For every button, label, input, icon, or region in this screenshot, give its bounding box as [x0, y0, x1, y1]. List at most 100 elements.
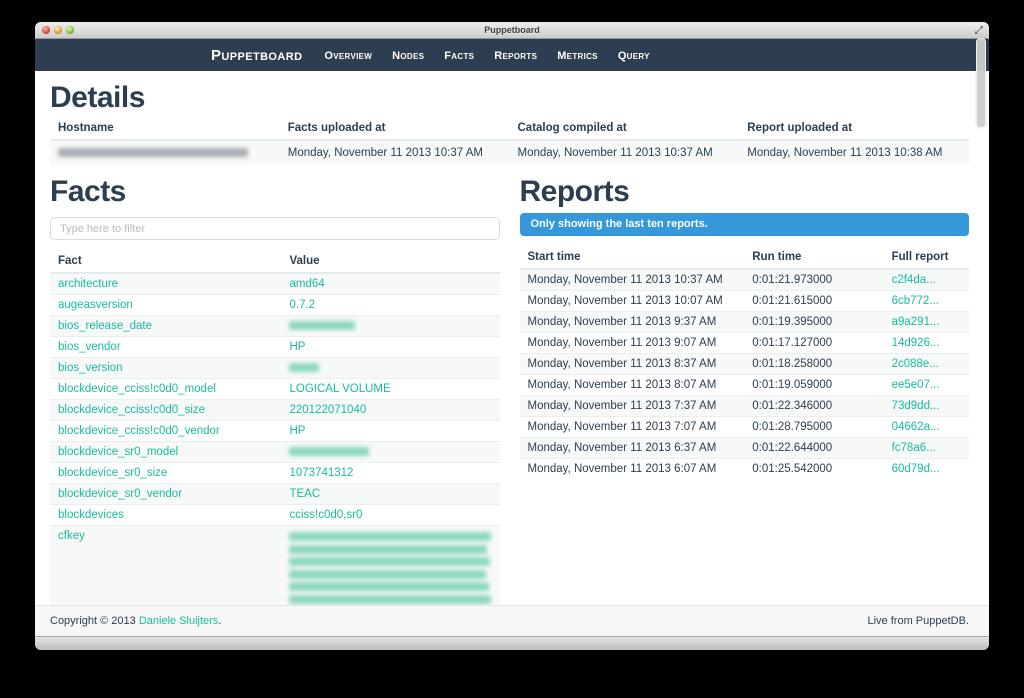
facts-column-header: Fact: [50, 252, 281, 273]
facts-panel: Facts FactValue architecture amd64 augeasv…: [50, 167, 500, 605]
fact-name-link[interactable]: blockdevice_sr0_model: [58, 446, 178, 458]
fact-value-link[interactable]: amd64: [289, 278, 324, 290]
report-hash-cell: 04662a...: [884, 417, 969, 438]
reports-column-header: Start time: [520, 248, 745, 269]
fact-value-link[interactable]: cciss!c0d0,sr0: [289, 509, 362, 521]
fact-name-cell: cfkey: [50, 526, 281, 606]
fact-name-link[interactable]: bios_release_date: [58, 320, 152, 332]
report-hash-link[interactable]: 14d926...: [892, 337, 940, 349]
fact-name-link[interactable]: bios_vendor: [58, 341, 121, 353]
report-hash-link[interactable]: 2c088e...: [892, 358, 939, 370]
fact-name-link[interactable]: cfkey: [58, 530, 85, 542]
reports-column-header: Full report: [884, 248, 969, 269]
report-run-time-cell: 0:01:22.644000: [744, 438, 883, 459]
report-start-time-cell: Monday, November 11 2013 10:07 AM: [520, 291, 745, 312]
navbar-link-query[interactable]: Query: [618, 50, 650, 62]
navbar-item-facts: Facts: [444, 46, 474, 64]
fact-name-link[interactable]: blockdevice_sr0_vendor: [58, 488, 182, 500]
report-start-time-cell: Monday, November 11 2013 6:37 AM: [520, 438, 745, 459]
navbar-link-overview[interactable]: Overview: [324, 50, 372, 62]
report-row: Monday, November 11 2013 6:07 AM0:01:25.…: [520, 459, 970, 480]
report-run-time-cell: 0:01:25.542000: [744, 459, 883, 480]
details-column-header: Facts uploaded at: [280, 119, 510, 140]
fact-value-link[interactable]: 220122071040: [289, 404, 366, 416]
report-hash-link[interactable]: ee5e07...: [892, 379, 940, 391]
close-window-button[interactable]: [42, 26, 50, 34]
catalog-compiled-cell: Monday, November 11 2013 10:37 AM: [510, 140, 740, 165]
window-bottom-chrome: [35, 636, 989, 650]
fact-name-cell: bios_release_date: [50, 316, 281, 337]
blurred-value-chip: [289, 570, 486, 579]
facts-filter-input[interactable]: [50, 217, 500, 240]
navbar-menu: Overview Nodes Facts Reports Metrics Query: [324, 46, 649, 64]
facts-heading: Facts: [50, 177, 500, 207]
fullscreen-icon[interactable]: [974, 25, 984, 35]
fact-name-link[interactable]: blockdevice_cciss!c0d0_size: [58, 404, 205, 416]
navbar-link-nodes[interactable]: Nodes: [392, 50, 424, 62]
report-hash-link[interactable]: fc78a6...: [892, 442, 936, 454]
navbar-link-metrics[interactable]: Metrics: [557, 50, 598, 62]
fact-value-cell: cciss!c0d0,sr0: [281, 505, 499, 526]
report-row: Monday, November 11 2013 10:37 AM0:01:21…: [520, 269, 970, 291]
blurred-value-chip: [289, 582, 489, 591]
report-hash-link[interactable]: c2f4da...: [892, 274, 936, 286]
report-hash-link[interactable]: 6cb772...: [892, 295, 939, 307]
blurred-value-chip: [289, 557, 490, 566]
fact-value-link[interactable]: LOGICAL VOLUME: [289, 383, 390, 395]
fact-row: architecture amd64: [50, 273, 500, 295]
facts-column-header: Value: [281, 252, 499, 273]
navbar-brand[interactable]: Puppetboard: [211, 47, 302, 64]
report-hash-cell: 6cb772...: [884, 291, 969, 312]
blurred-value-chip: [58, 148, 248, 157]
report-hash-cell: a9a291...: [884, 312, 969, 333]
fact-name-cell: bios_vendor: [50, 337, 281, 358]
minimize-window-button[interactable]: [54, 26, 62, 34]
fact-name-link[interactable]: blockdevice_sr0_size: [58, 467, 167, 479]
report-row: Monday, November 11 2013 8:07 AM0:01:19.…: [520, 375, 970, 396]
facts-table: FactValue architecture amd64 augeasversion…: [50, 252, 500, 605]
navbar-item-reports: Reports: [494, 46, 537, 64]
fact-name-link[interactable]: augeasversion: [58, 299, 133, 311]
report-start-time-cell: Monday, November 11 2013 8:07 AM: [520, 375, 745, 396]
fact-name-link[interactable]: blockdevice_cciss!c0d0_vendor: [58, 425, 220, 437]
report-row: Monday, November 11 2013 7:37 AM0:01:22.…: [520, 396, 970, 417]
fact-value-link[interactable]: HP: [289, 341, 305, 353]
fact-value-cell: [281, 358, 499, 379]
author-link[interactable]: Daniele Sluijters: [139, 615, 218, 627]
navbar: Puppetboard Overview Nodes Facts Reports Met…: [35, 39, 989, 71]
details-heading: Details: [50, 83, 969, 113]
fact-value-link[interactable]: 1073741312: [289, 467, 353, 479]
report-hash-cell: 60d79d...: [884, 459, 969, 480]
blurred-value-chip: [289, 447, 369, 456]
fact-name-link[interactable]: architecture: [58, 278, 118, 290]
page-footer: Copyright © 2013 Daniele Sluijters. Live…: [35, 605, 989, 636]
fact-value-link[interactable]: TEAC: [289, 488, 320, 500]
fact-name-link[interactable]: blockdevices: [58, 509, 124, 521]
report-start-time-cell: Monday, November 11 2013 7:07 AM: [520, 417, 745, 438]
reports-panel: Reports Only showing the last ten report…: [520, 167, 970, 605]
fact-name-cell: architecture: [50, 273, 281, 295]
report-hash-cell: ee5e07...: [884, 375, 969, 396]
navbar-link-reports[interactable]: Reports: [494, 50, 537, 62]
details-column-header: Hostname: [50, 119, 280, 140]
vertical-scrollbar-thumb[interactable]: [976, 38, 986, 128]
fact-row: blockdevice_cciss!c0d0_model LOGICAL VOLU…: [50, 379, 500, 400]
report-row: Monday, November 11 2013 9:07 AM0:01:17.…: [520, 333, 970, 354]
fact-value-link[interactable]: HP: [289, 425, 305, 437]
traffic-lights: [42, 26, 74, 34]
fact-value-link[interactable]: 0.7.2: [289, 299, 315, 311]
report-hash-link[interactable]: 60d79d...: [892, 463, 940, 475]
report-run-time-cell: 0:01:21.973000: [744, 269, 883, 291]
report-hash-link[interactable]: 73d9dd...: [892, 400, 940, 412]
navbar-item-overview: Overview: [324, 46, 372, 64]
fact-row: augeasversion 0.7.2: [50, 295, 500, 316]
navbar-link-facts[interactable]: Facts: [444, 50, 474, 62]
fact-name-cell: bios_version: [50, 358, 281, 379]
report-hash-link[interactable]: a9a291...: [892, 316, 940, 328]
fact-name-link[interactable]: bios_version: [58, 362, 123, 374]
fact-name-link[interactable]: blockdevice_cciss!c0d0_model: [58, 383, 216, 395]
report-hash-link[interactable]: 04662a...: [892, 421, 940, 433]
fact-value-cell: amd64: [281, 273, 499, 295]
zoom-window-button[interactable]: [66, 26, 74, 34]
details-column-header: Catalog compiled at: [510, 119, 740, 140]
